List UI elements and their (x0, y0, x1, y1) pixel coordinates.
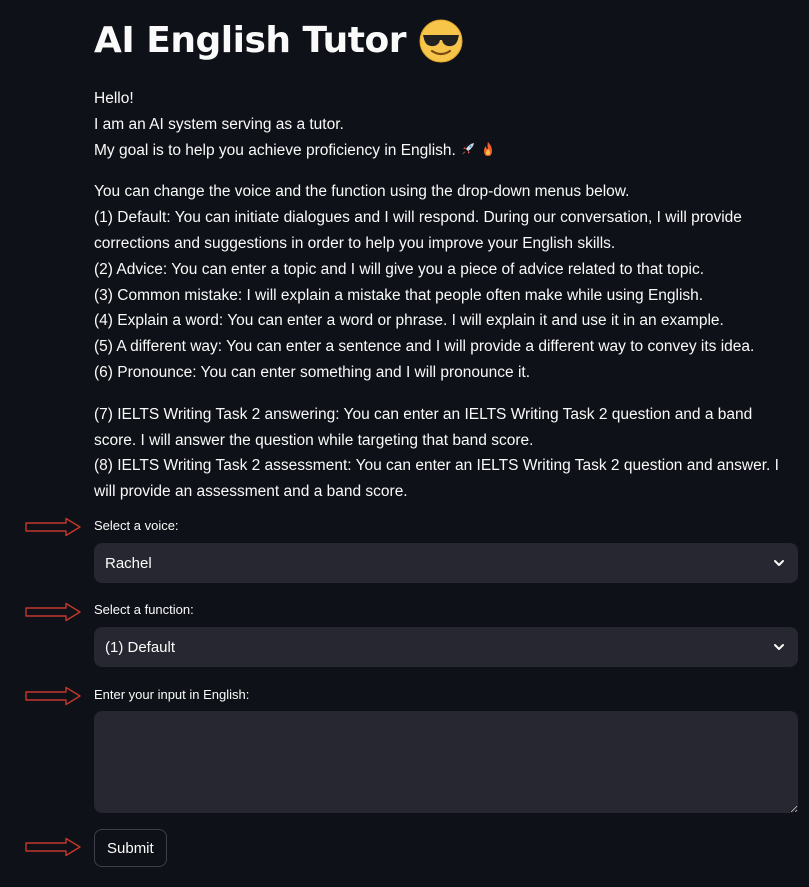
voice-label: Select a voice: (94, 518, 179, 533)
red-arrow-annotation-icon (25, 837, 81, 857)
voice-select[interactable]: Rachel (94, 543, 798, 583)
submit-button[interactable]: Submit (94, 829, 167, 867)
intro-line-1: Hello! (94, 90, 134, 107)
function-item-7: (7) IELTS Writing Task 2 answering: You … (94, 405, 753, 449)
function-item-1: (1) Default: You can initiate dialogues … (94, 209, 742, 252)
chevron-down-icon (774, 644, 784, 650)
function-item-5: (5) A different way: You can enter a sen… (94, 338, 755, 356)
red-arrow-annotation-icon (25, 517, 81, 537)
function-item-4: (4) Explain a word: You can enter a word… (94, 312, 724, 330)
functions-intro: You can change the voice and the functio… (94, 183, 630, 201)
fire-icon (483, 141, 492, 156)
voice-select-value: Rachel (105, 554, 152, 572)
function-select-value: (1) Default (105, 638, 176, 656)
main-content: AI English Tutor Hello! I am an AI syste… (94, 0, 798, 867)
function-item-2: (2) Advice: You can enter a topic and I … (94, 260, 705, 278)
intro-paragraph: Hello! I am an AI system serving as a tu… (94, 86, 798, 163)
red-arrow-annotation-icon (25, 686, 81, 706)
input-label: Enter your input in English: (94, 687, 250, 702)
function-item-8: (8) IELTS Writing Task 2 assessment: You… (94, 457, 779, 501)
chevron-down-icon (774, 560, 784, 566)
ielts-paragraph: (7) IELTS Writing Task 2 answering: You … (94, 402, 798, 505)
intro-line-3: My goal is to help you achieve proficien… (94, 138, 798, 164)
functions-paragraph: You can change the voice and the functio… (94, 179, 798, 385)
english-input-textarea[interactable] (94, 711, 798, 813)
rocket-icon (461, 142, 474, 155)
intro-line-2: I am an AI system serving as a tutor. (94, 115, 344, 133)
page-title-text: AI English Tutor (94, 20, 406, 61)
function-item-6: (6) Pronounce: You can enter something a… (94, 363, 530, 381)
red-arrow-annotation-icon (25, 602, 81, 622)
page-title: AI English Tutor (94, 18, 798, 64)
function-select[interactable]: (1) Default (94, 627, 798, 667)
function-label: Select a function: (94, 602, 194, 617)
smiling-face-with-sunglasses-icon (419, 19, 463, 63)
intro-line-3-text: My goal is to help you achieve proficien… (94, 141, 456, 159)
function-item-3: (3) Common mistake: I will explain a mis… (94, 286, 704, 304)
